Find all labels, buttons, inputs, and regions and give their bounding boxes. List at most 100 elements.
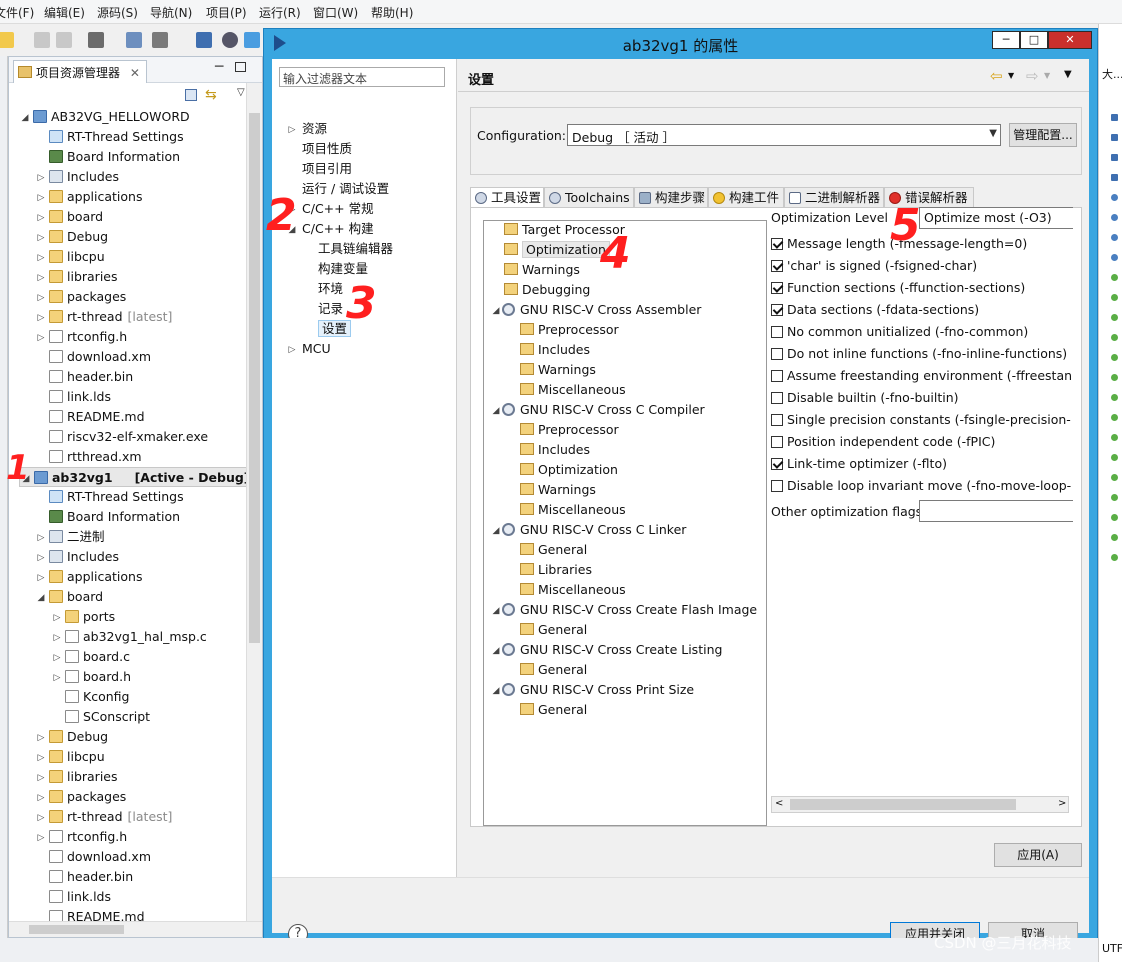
collapsed-arrow-icon[interactable]: ▷ <box>35 768 47 788</box>
expanded-arrow-icon[interactable]: ◢ <box>490 641 502 661</box>
collapsed-arrow-icon[interactable]: ▷ <box>35 288 47 308</box>
expanded-arrow-icon[interactable]: ◢ <box>490 301 502 321</box>
collapsed-arrow-icon[interactable]: ▷ <box>286 120 298 140</box>
collapsed-arrow-icon[interactable]: ▷ <box>35 788 47 808</box>
tree-item[interactable]: ▷ Debug <box>35 227 109 247</box>
nav-item[interactable]: 工具链编辑器 <box>302 239 393 259</box>
collapsed-arrow-icon[interactable]: ▷ <box>35 548 47 568</box>
new-icon[interactable] <box>0 32 14 48</box>
collapsed-arrow-icon[interactable]: ▷ <box>51 628 63 648</box>
options-horizontal-scrollbar[interactable]: < > <box>771 796 1069 813</box>
other-flags-input[interactable] <box>919 500 1073 522</box>
nav-item[interactable]: 记录 <box>302 299 343 319</box>
cube-icon[interactable] <box>244 32 260 48</box>
tool-page-item[interactable]: Miscellaneous <box>520 580 626 600</box>
tool-page-item[interactable]: Miscellaneous <box>520 500 626 520</box>
expanded-arrow-icon[interactable]: ◢ <box>490 601 502 621</box>
hscroll-thumb[interactable] <box>29 925 124 934</box>
tree-item[interactable]: riscv32-elf-xmaker.exe <box>35 427 208 447</box>
tree-item[interactable]: ▷ libraries <box>35 767 118 787</box>
nav-item[interactable]: ◢ C/C++ 构建 <box>286 219 374 239</box>
manage-configurations-button[interactable]: 管理配置... <box>1009 123 1077 147</box>
option-checkbox-row[interactable]: Data sections (-fdata-sections) <box>771 300 1071 320</box>
tree-item[interactable]: RT-Thread Settings <box>35 487 184 507</box>
tab-binary-parsers[interactable]: 二进制解析器 <box>784 187 884 208</box>
tree-item[interactable]: ▷ libcpu <box>35 247 105 267</box>
forward-dropdown-icon[interactable]: ▼ <box>1044 71 1050 80</box>
checkbox[interactable] <box>771 479 783 492</box>
tree-item[interactable]: ▷ libraries <box>35 267 118 287</box>
collapsed-arrow-icon[interactable]: ▷ <box>51 668 63 688</box>
checkbox[interactable] <box>771 457 783 470</box>
tool-page-item[interactable]: General <box>520 660 587 680</box>
checkbox[interactable] <box>771 237 783 250</box>
tree-item[interactable]: link.lds <box>35 887 111 907</box>
checkbox[interactable] <box>771 347 783 360</box>
checkbox[interactable] <box>771 369 783 382</box>
tree-item[interactable]: rtthread.xm <box>35 447 142 467</box>
scroll-left-icon[interactable]: < <box>775 798 783 809</box>
collapsed-arrow-icon[interactable]: ▷ <box>35 748 47 768</box>
expanded-arrow-icon[interactable]: ◢ <box>490 521 502 541</box>
option-checkbox-row[interactable]: Do not inline functions (-fno-inline-fun… <box>771 344 1071 364</box>
explorer-horizontal-scrollbar[interactable] <box>9 921 262 937</box>
checkbox[interactable] <box>771 325 783 338</box>
save-icon[interactable] <box>34 32 50 48</box>
collapsed-arrow-icon[interactable]: ▷ <box>35 248 47 268</box>
option-checkbox-row[interactable]: Link-time optimizer (-flto) <box>771 454 1071 474</box>
tool-node[interactable]: ◢ GNU RISC-V Cross C Compiler <box>490 400 705 420</box>
tree-item[interactable]: download.xm <box>35 847 151 867</box>
nav-item[interactable]: ▷ MCU <box>286 339 331 359</box>
tree-item[interactable]: ▷ Includes <box>35 167 119 187</box>
collapsed-arrow-icon[interactable]: ▷ <box>35 568 47 588</box>
nav-item[interactable]: 项目引用 <box>286 159 352 179</box>
tree-item[interactable]: RT-Thread Settings <box>35 127 184 147</box>
view-menu-icon[interactable]: ▽ <box>237 87 245 98</box>
nav-item[interactable]: ▷ C/C++ 常规 <box>286 199 374 219</box>
checkbox[interactable] <box>771 281 783 294</box>
tree-item[interactable]: Kconfig <box>51 687 129 707</box>
nav-item[interactable]: 环境 <box>302 279 343 299</box>
checkbox[interactable] <box>771 303 783 316</box>
collapsed-arrow-icon[interactable]: ▷ <box>51 648 63 668</box>
tool-page-item[interactable]: Warnings <box>504 260 580 280</box>
option-checkbox-row[interactable]: 'char' is signed (-fsigned-char) <box>771 256 1071 276</box>
expanded-arrow-icon[interactable]: ◢ <box>490 401 502 421</box>
checkbox[interactable] <box>771 413 783 426</box>
option-checkbox-row[interactable]: Single precision constants (-fsingle-pre… <box>771 410 1071 430</box>
menu-file[interactable]: 文件(F) <box>0 4 34 21</box>
tree-item[interactable]: Board Information <box>35 507 180 527</box>
checkbox[interactable] <box>771 391 783 404</box>
tree-item[interactable]: header.bin <box>35 867 133 887</box>
terminal-icon[interactable] <box>196 32 212 48</box>
download-icon[interactable] <box>126 32 142 48</box>
tool-page-item[interactable]: Warnings <box>520 360 596 380</box>
tool-node[interactable]: ◢ GNU RISC-V Cross C Linker <box>490 520 687 541</box>
explorer-tab[interactable]: 项目资源管理器 ✕ <box>13 60 147 83</box>
minimize-icon[interactable]: ─ <box>215 59 223 75</box>
tool-page-item[interactable]: Debugging <box>504 280 590 300</box>
tool-node[interactable]: ◢ GNU RISC-V Cross Create Flash Image <box>490 600 758 621</box>
expanded-arrow-icon[interactable]: ◢ <box>490 681 502 701</box>
collapsed-arrow-icon[interactable]: ▷ <box>286 340 298 360</box>
tree-item[interactable]: ▷ ab32vg1_hal_msp.c <box>51 627 207 647</box>
collapsed-arrow-icon[interactable]: ▷ <box>35 728 47 748</box>
tree-item[interactable]: ▷ board.h <box>51 667 131 687</box>
tool-page-item[interactable]: General <box>520 540 587 560</box>
tree-item[interactable]: ▷ board.c <box>51 647 130 667</box>
wrench-icon[interactable] <box>152 32 168 48</box>
tree-item[interactable]: ▷ rtconfig.h <box>35 327 128 347</box>
tab-toolchains[interactable]: Toolchains <box>544 187 634 208</box>
collapsed-arrow-icon[interactable]: ▷ <box>35 808 47 828</box>
configuration-select[interactable]: Debug ［ 活动 ］ ▼ <box>567 124 1001 146</box>
close-window-button[interactable]: ✕ <box>1048 31 1092 49</box>
back-arrow-icon[interactable]: ⇦ <box>990 67 1003 85</box>
tree-item[interactable]: ▷ 二进制 <box>35 527 105 547</box>
nav-item[interactable]: 运行 / 调试设置 <box>286 179 389 199</box>
collapsed-arrow-icon[interactable]: ▷ <box>35 528 47 548</box>
options-scroll-thumb[interactable] <box>790 799 1016 810</box>
tool-page-item[interactable]: Preprocessor <box>520 320 619 340</box>
tree-item[interactable]: Board Information <box>35 147 180 167</box>
tool-page-item[interactable]: Optimization <box>504 240 610 260</box>
tree-item[interactable]: ▷ board <box>35 207 104 227</box>
